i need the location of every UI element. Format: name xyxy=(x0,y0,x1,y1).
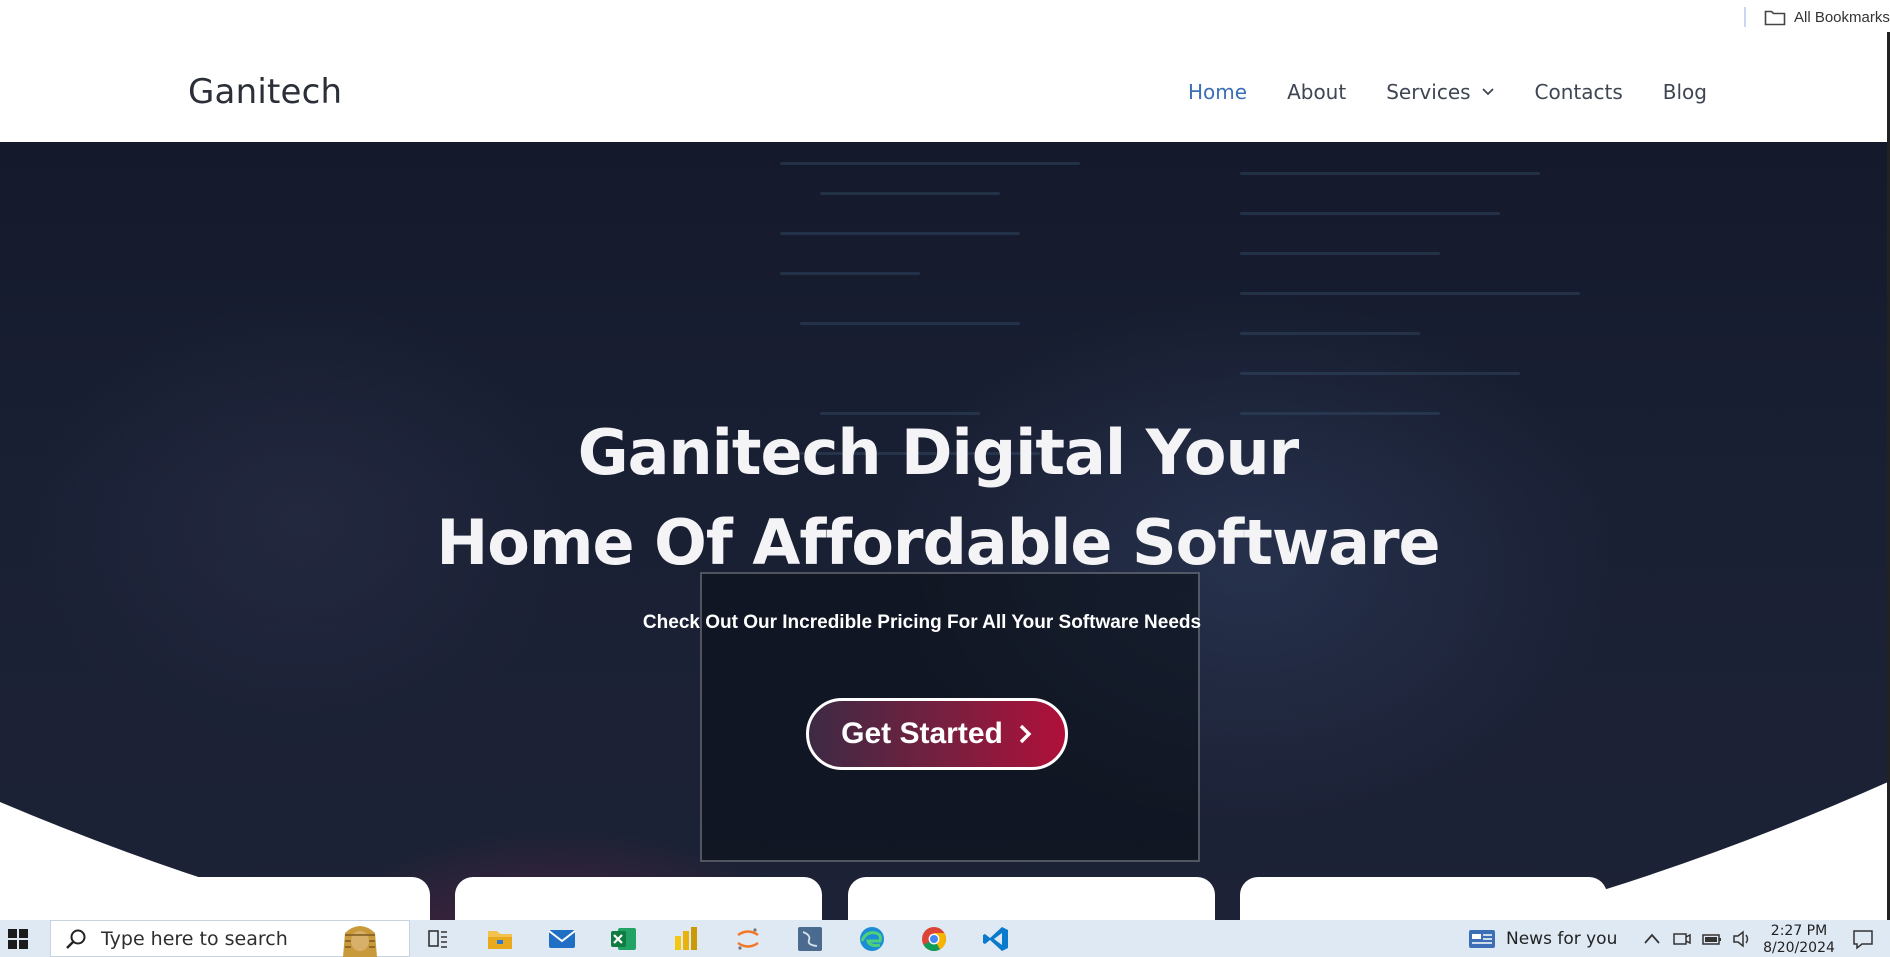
file-explorer-icon[interactable] xyxy=(486,925,514,953)
hero-section: Ganitech Digital Your Home Of Affordable… xyxy=(0,142,1888,922)
get-started-label: Get Started xyxy=(841,717,1003,750)
nav-item-label: About xyxy=(1287,80,1347,104)
news-label: News for you xyxy=(1506,929,1618,949)
clock-time: 2:27 PM xyxy=(1770,923,1828,939)
chevron-down-icon xyxy=(1481,88,1494,96)
hero-title-line1: Ganitech Digital Your xyxy=(577,416,1299,489)
chrome-icon[interactable] xyxy=(920,925,948,953)
nav-item-label: Services xyxy=(1386,80,1471,104)
all-bookmarks-button[interactable]: All Bookmarks xyxy=(1764,6,1890,28)
windows-start-button[interactable] xyxy=(0,920,36,957)
mail-icon[interactable] xyxy=(548,925,576,953)
news-icon xyxy=(1469,930,1495,948)
clock-date: 8/20/2024 xyxy=(1763,940,1835,956)
sql-server-icon[interactable] xyxy=(796,925,824,953)
search-highlight-icon xyxy=(343,926,377,957)
main-nav: Home About Services Contacts Blog xyxy=(1188,80,1747,104)
volume-icon[interactable] xyxy=(1732,929,1752,949)
site-header: Ganitech Home About Services Contacts Bl… xyxy=(0,32,1888,142)
vscode-icon[interactable] xyxy=(982,925,1010,953)
windows-taskbar: Type here to search News for you 2:27 PM… xyxy=(0,920,1890,957)
hero-title: Ganitech Digital Your Home Of Affordable… xyxy=(0,408,1876,588)
search-icon xyxy=(66,929,86,949)
windows-logo-icon xyxy=(8,928,28,949)
hero-title-line2: Home Of Affordable Software xyxy=(436,506,1440,579)
taskbar-search-box[interactable]: Type here to search xyxy=(50,920,410,957)
nav-item-contacts[interactable]: Contacts xyxy=(1535,80,1623,104)
bookmarks-bar: All Bookmarks xyxy=(0,0,1890,32)
chevron-up-icon[interactable] xyxy=(1642,929,1662,949)
folder-icon xyxy=(1764,10,1786,26)
chevron-right-icon xyxy=(1019,724,1032,744)
all-bookmarks-label: All Bookmarks xyxy=(1794,8,1890,26)
taskbar-search-placeholder: Type here to search xyxy=(101,927,288,950)
notification-icon[interactable] xyxy=(1852,928,1874,950)
nav-item-about[interactable]: About xyxy=(1287,80,1346,104)
nav-item-label: Blog xyxy=(1662,80,1707,104)
news-widget[interactable]: News for you xyxy=(1468,925,1617,953)
task-view-icon[interactable] xyxy=(424,925,452,953)
edge-icon[interactable] xyxy=(858,925,886,953)
excel-icon[interactable] xyxy=(610,925,638,953)
nav-item-home[interactable]: Home xyxy=(1188,80,1247,104)
nav-item-blog[interactable]: Blog xyxy=(1663,80,1707,104)
nav-item-label: Contacts xyxy=(1534,80,1623,104)
nav-item-services[interactable]: Services xyxy=(1386,80,1494,104)
nav-item-label: Home xyxy=(1188,80,1248,104)
bookmarks-divider xyxy=(1744,7,1746,27)
taskbar-clock[interactable]: 2:27 PM 8/20/2024 xyxy=(1762,923,1836,957)
power-bi-icon[interactable] xyxy=(672,925,700,953)
jupyter-icon[interactable] xyxy=(734,925,762,953)
hero-subtitle: Check Out Our Incredible Pricing For All… xyxy=(642,612,1202,633)
brand-logo[interactable]: Ganitech xyxy=(188,72,342,112)
get-started-button[interactable]: Get Started xyxy=(806,698,1068,770)
battery-icon[interactable] xyxy=(1702,929,1722,949)
meet-now-icon[interactable] xyxy=(1672,929,1692,949)
